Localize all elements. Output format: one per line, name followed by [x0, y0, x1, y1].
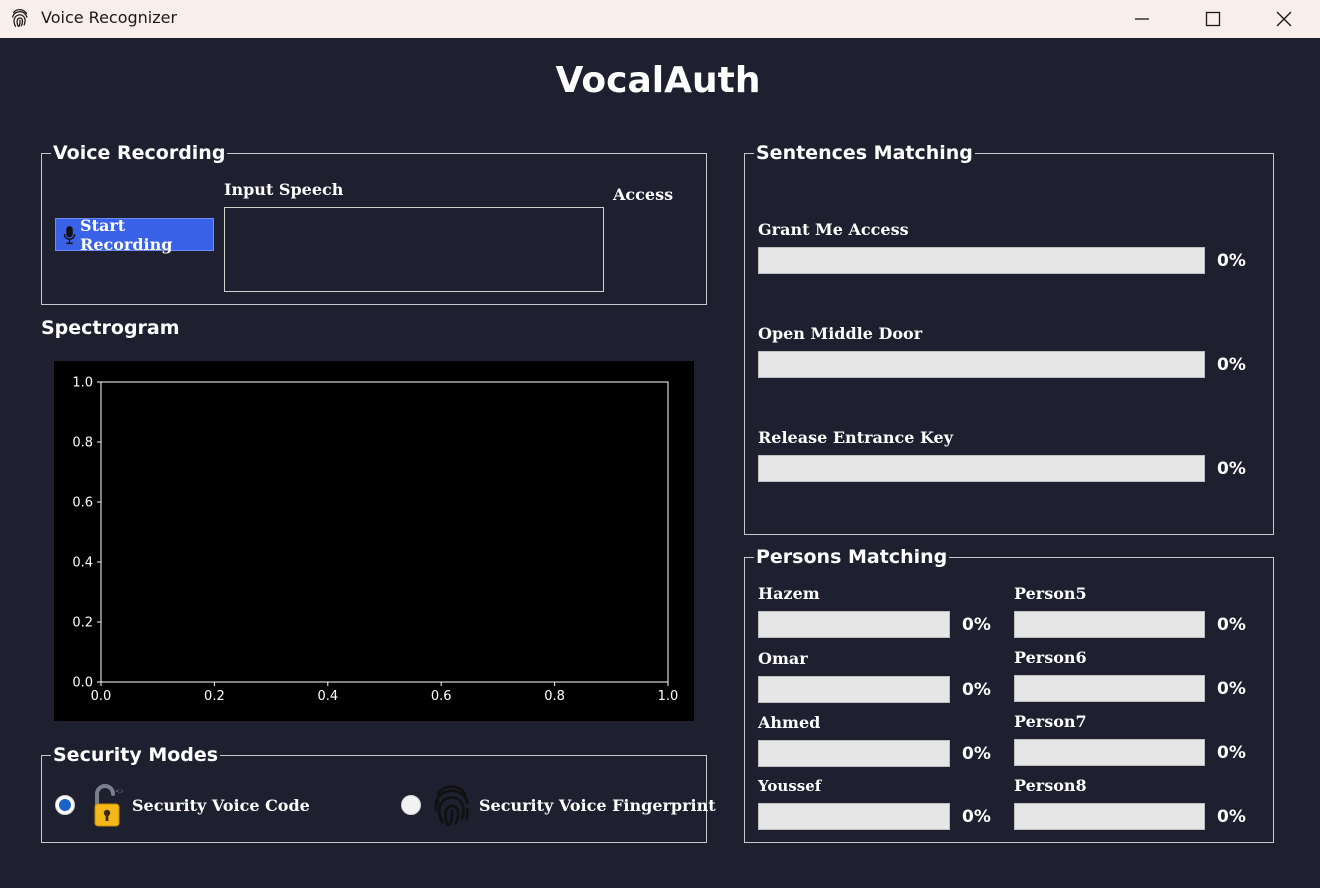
sentence-percent: 0%: [1217, 459, 1246, 479]
person-progress-bar: [1014, 611, 1205, 638]
minimize-icon: [1135, 18, 1149, 20]
sentence-progress-bar: [758, 351, 1205, 378]
svg-text:<>: <>: [115, 788, 123, 795]
x-tick-label: 0.8: [544, 689, 565, 704]
window-titlebar: Voice Recognizer: [0, 0, 1320, 38]
y-tick-label: 0.4: [72, 556, 93, 571]
person-progress-bar: [1014, 675, 1205, 702]
person-progress-bar: [758, 803, 950, 830]
y-tick-label: 0.0: [72, 676, 93, 691]
close-button[interactable]: [1249, 0, 1319, 38]
sentence-percent: 0%: [1217, 355, 1246, 375]
person-label: Hazem: [758, 584, 820, 603]
x-tick-label: 0.2: [204, 689, 225, 704]
y-tick-label: 0.6: [72, 496, 93, 511]
persons-matching-title: Persons Matching: [754, 545, 950, 569]
spectrogram-label: Spectrogram: [41, 317, 180, 339]
start-recording-button[interactable]: Start Recording: [55, 215, 214, 254]
person-percent: 0%: [1217, 807, 1246, 827]
person-percent: 0%: [962, 680, 991, 700]
x-tick-label: 1.0: [658, 689, 679, 704]
fingerprint-icon: [434, 785, 469, 827]
person-progress-bar: [758, 611, 950, 638]
security-modes-title: Security Modes: [51, 743, 221, 767]
voice-code-radio[interactable]: [55, 795, 75, 815]
spectrogram-plot: 0.0 0.2 0.4 0.6 0.8 1.0 0.0 0.2 0.4 0.6 0.8 1.0: [72, 376, 679, 705]
person-label: Person6: [1014, 648, 1087, 667]
person-percent: 0%: [962, 615, 991, 635]
voice-code-label: Security Voice Code: [132, 796, 310, 815]
person-label: Ahmed: [758, 713, 821, 732]
microphone-icon: [63, 225, 76, 244]
maximize-icon: [1205, 11, 1221, 27]
sentence-progress-bar: [758, 247, 1205, 274]
person-label: Person7: [1014, 712, 1087, 731]
sentences-matching-title: Sentences Matching: [754, 141, 975, 165]
x-tick-label: 0.0: [91, 689, 112, 704]
person-label: Omar: [758, 649, 808, 668]
input-speech-label: Input Speech: [224, 180, 344, 199]
x-tick-label: 0.4: [317, 689, 338, 704]
plot-frame: [100, 381, 669, 683]
person-label: Person5: [1014, 584, 1087, 603]
minimize-button[interactable]: [1107, 0, 1177, 38]
person-progress-bar: [758, 740, 950, 767]
sentence-percent: 0%: [1217, 251, 1246, 271]
person-percent: 0%: [1217, 743, 1246, 763]
voice-fingerprint-label: Security Voice Fingerprint: [479, 796, 716, 815]
input-speech-display: [224, 207, 604, 292]
close-icon: [1276, 11, 1292, 27]
unlocked-padlock-icon: <>: [94, 784, 123, 827]
app-title: VocalAuth: [555, 60, 761, 101]
sentence-progress-bar: [758, 455, 1205, 482]
person-percent: 0%: [1217, 615, 1246, 635]
sentence-label: Grant Me Access: [758, 220, 909, 239]
y-tick-label: 0.8: [72, 436, 93, 451]
fingerprint-icon: [12, 9, 28, 27]
person-progress-bar: [758, 676, 950, 703]
access-label: Access: [613, 185, 674, 204]
person-label: Person8: [1014, 776, 1087, 795]
sentence-label: Open Middle Door: [758, 324, 923, 343]
spectrogram-chart: 0.0 0.2 0.4 0.6 0.8 1.0 0.0 0.2 0.4 0.6 0.8 1.0: [54, 361, 694, 721]
window-title: Voice Recognizer: [41, 8, 178, 27]
voice-recording-title: Voice Recording: [51, 141, 228, 165]
start-recording-label: Start Recording: [80, 215, 173, 254]
person-progress-bar: [1014, 739, 1205, 766]
person-percent: 0%: [962, 744, 991, 764]
person-label: Youssef: [758, 777, 822, 795]
x-tick-label: 0.6: [431, 689, 452, 704]
person-percent: 0%: [1217, 679, 1246, 699]
person-progress-bar: [1014, 803, 1205, 830]
y-tick-label: 0.2: [72, 616, 93, 631]
sentence-label: Release Entrance Key: [758, 428, 954, 447]
voice-fingerprint-radio[interactable]: [401, 795, 421, 815]
maximize-button[interactable]: [1178, 0, 1248, 38]
person-percent: 0%: [962, 807, 991, 827]
y-tick-label: 1.0: [72, 376, 93, 391]
